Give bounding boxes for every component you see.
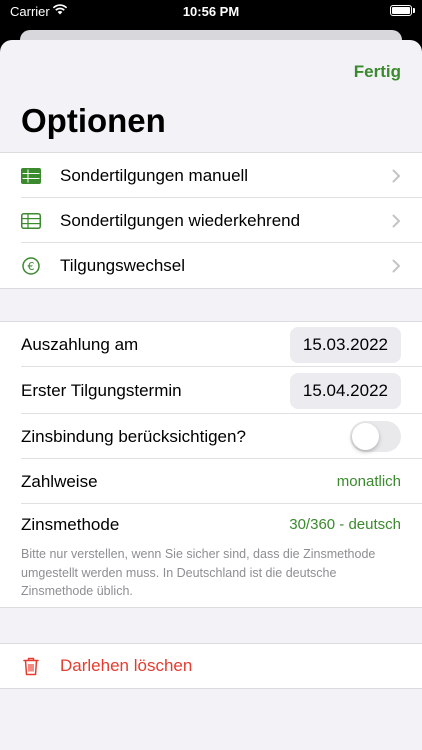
options-sheet: Fertig Optionen Sondertilgungen manuell <box>0 40 422 750</box>
page-title: Optionen <box>21 102 166 139</box>
menu-item-sondertilgungen-manuell[interactable]: Sondertilgungen manuell <box>0 153 422 198</box>
interest-method-label: Zinsmethode <box>21 514 120 534</box>
battery-cap <box>413 8 415 13</box>
payout-date-row: Auszahlung am 15.03.2022 <box>0 322 422 367</box>
fixed-interest-row: Zinsbindung berücksichtigen? <box>0 414 422 459</box>
chevron-right-icon <box>392 259 400 272</box>
fixed-interest-label: Zinsbindung berücksichtigen? <box>21 426 246 446</box>
chevron-right-icon <box>392 214 400 227</box>
clock: 10:56 PM <box>182 4 240 19</box>
payment-frequency-row[interactable]: Zahlweise monatlich <box>0 459 422 504</box>
menu-group: Sondertilgungen manuell Sondertilgungen … <box>0 152 422 289</box>
fixed-interest-toggle[interactable] <box>350 421 401 452</box>
menu-item-tilgungswechsel[interactable]: € Tilgungswechsel <box>0 243 422 288</box>
battery-icon <box>390 5 412 16</box>
chevron-right-icon <box>392 169 400 182</box>
status-bar: Carrier 10:56 PM <box>0 0 422 26</box>
interest-method-value[interactable]: 30/360 - deutsch <box>289 516 401 533</box>
first-repayment-label: Erster Tilgungstermin <box>21 380 182 400</box>
settings-group: Auszahlung am 15.03.2022 Erster Tilgungs… <box>0 321 422 608</box>
svg-text:€: € <box>28 260 35 273</box>
interest-method-note: Bitte nur verstellen, wenn Sie sicher si… <box>21 547 376 598</box>
menu-item-sondertilgungen-wiederkehrend[interactable]: Sondertilgungen wiederkehrend <box>0 198 422 243</box>
interest-method-row[interactable]: Zinsmethode 30/360 - deutsch <box>0 504 422 545</box>
menu-item-label: Tilgungswechsel <box>60 255 186 275</box>
trash-icon <box>21 657 41 675</box>
euro-circle-icon: € <box>21 256 41 275</box>
payment-frequency-value[interactable]: monatlich <box>337 473 401 490</box>
delete-loan-button[interactable]: Darlehen löschen <box>0 644 422 688</box>
payout-date-picker[interactable]: 15.03.2022 <box>289 326 401 363</box>
payout-date-label: Auszahlung am <box>21 334 139 354</box>
payment-frequency-label: Zahlweise <box>21 471 98 491</box>
delete-group: Darlehen löschen <box>0 643 422 689</box>
table-outline-icon <box>21 212 41 230</box>
done-button[interactable]: Fertig <box>354 62 401 82</box>
first-repayment-row: Erster Tilgungstermin 15.04.2022 <box>0 367 422 414</box>
menu-item-label: Sondertilgungen wiederkehrend <box>60 210 301 230</box>
table-icon <box>21 167 41 185</box>
menu-item-label: Sondertilgungen manuell <box>60 165 249 185</box>
first-repayment-date-picker[interactable]: 15.04.2022 <box>289 372 401 409</box>
delete-loan-label: Darlehen löschen <box>60 656 193 675</box>
